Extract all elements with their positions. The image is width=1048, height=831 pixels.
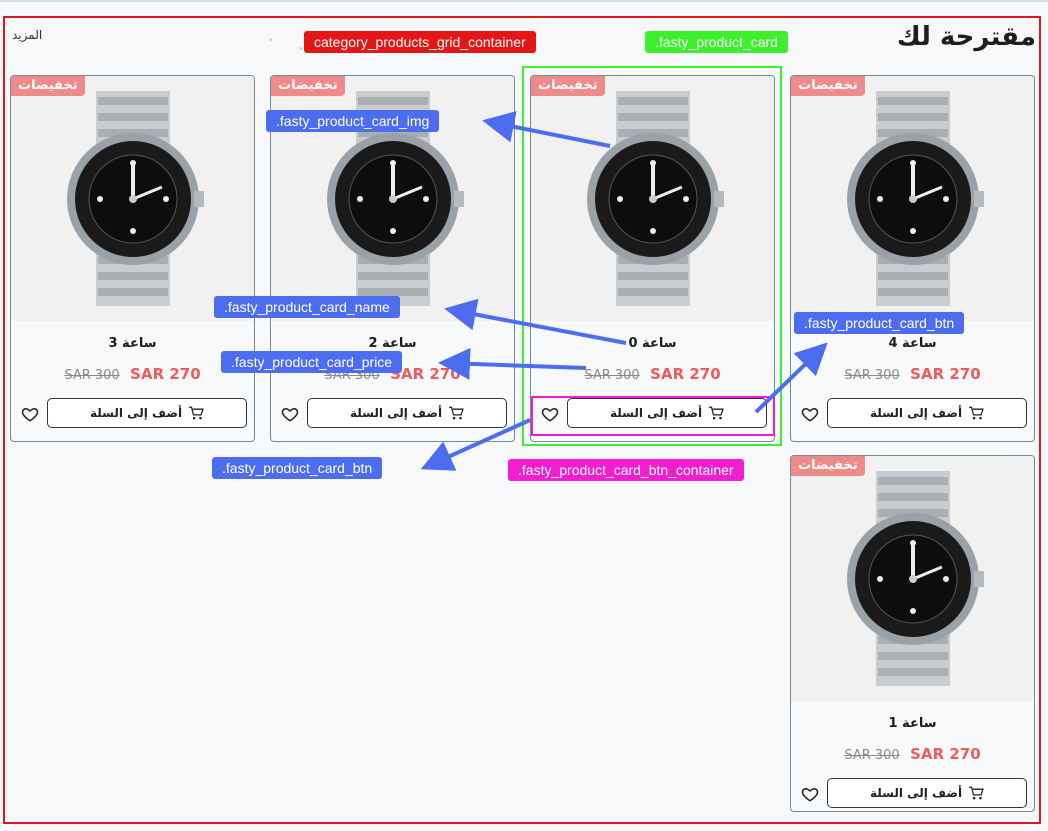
card-annotation-outline <box>522 66 782 446</box>
heart-icon[interactable] <box>21 405 39 423</box>
cart-icon <box>448 406 464 420</box>
product-btn-container: أضف إلى السلة <box>791 398 1034 432</box>
old-price: SAR 300 <box>844 748 900 763</box>
sale-badge: تخفيضات <box>791 456 865 476</box>
label-product-card: .fasty_product_card <box>645 31 788 53</box>
new-price: SAR 270 <box>130 365 201 383</box>
new-price: SAR 270 <box>910 745 981 763</box>
cart-icon <box>188 406 204 420</box>
heart-icon[interactable] <box>801 405 819 423</box>
product-name[interactable]: ساعة 1 <box>791 716 1034 731</box>
heart-icon[interactable] <box>801 785 819 803</box>
btn-container-annotation-outline <box>531 396 775 436</box>
label-grid-container: category_products_grid_container <box>304 31 536 53</box>
product-price: SAR 300 SAR 270 <box>11 365 254 383</box>
product-btn-container: أضف إلى السلة <box>11 398 254 432</box>
add-to-cart-button[interactable]: أضف إلى السلة <box>47 398 247 428</box>
product-name[interactable]: ساعة 4 <box>791 336 1034 351</box>
label-product-price: .fasty_product_card_price <box>221 351 403 373</box>
add-to-cart-button[interactable]: أضف إلى السلة <box>827 398 1027 428</box>
add-to-cart-label: أضف إلى السلة <box>869 786 963 800</box>
product-price: SAR 300 SAR 270 <box>791 365 1034 383</box>
add-to-cart-label: أضف إلى السلة <box>89 406 183 420</box>
new-price: SAR 270 <box>910 365 981 383</box>
label-product-btn-left: .fasty_product_card_btn <box>212 457 383 479</box>
old-price: SAR 300 <box>64 368 120 383</box>
decor-dot: • <box>268 35 274 46</box>
section-title: مقترحة لك <box>896 22 1036 52</box>
cart-icon <box>968 406 984 420</box>
product-image[interactable] <box>791 456 1034 701</box>
sale-badge: تخفيضات <box>271 76 345 96</box>
product-btn-container: أضف إلى السلة <box>271 398 514 432</box>
sale-badge: تخفيضات <box>11 76 85 96</box>
add-to-cart-button[interactable]: أضف إلى السلة <box>827 778 1027 808</box>
old-price: SAR 300 <box>844 368 900 383</box>
product-card[interactable]: تخفيضات ساعة 3 SAR 300 SAR 270 أضف إلى ا… <box>10 75 255 442</box>
product-name[interactable]: ساعة 2 <box>271 336 514 351</box>
heart-icon[interactable] <box>281 405 299 423</box>
top-divider <box>0 0 1048 2</box>
more-link[interactable]: المزيد <box>12 28 42 42</box>
add-to-cart-button[interactable]: أضف إلى السلة <box>307 398 507 428</box>
cart-icon <box>968 786 984 800</box>
product-card[interactable]: تخفيضات ساعة 1 SAR 300 SAR 270 أضف إلى ا… <box>790 455 1035 812</box>
product-image[interactable] <box>791 76 1034 321</box>
add-to-cart-label: أضف إلى السلة <box>869 406 963 420</box>
label-product-img: .fasty_product_card_img <box>266 110 440 132</box>
sale-badge: تخفيضات <box>791 76 865 96</box>
add-to-cart-label: أضف إلى السلة <box>349 406 443 420</box>
product-name[interactable]: ساعة 3 <box>11 336 254 351</box>
product-image[interactable] <box>11 76 254 321</box>
label-product-name: .fasty_product_card_name <box>214 296 400 318</box>
product-price: SAR 300 SAR 270 <box>791 745 1034 763</box>
label-btn-container: .fasty_product_card_btn_container <box>508 459 744 481</box>
label-product-btn-right: .fasty_product_card_btn <box>794 312 965 334</box>
product-card[interactable]: تخفيضات ساعة 4 SAR 300 SAR 270 أضف إلى ا… <box>790 75 1035 442</box>
product-btn-container: أضف إلى السلة <box>791 778 1034 811</box>
